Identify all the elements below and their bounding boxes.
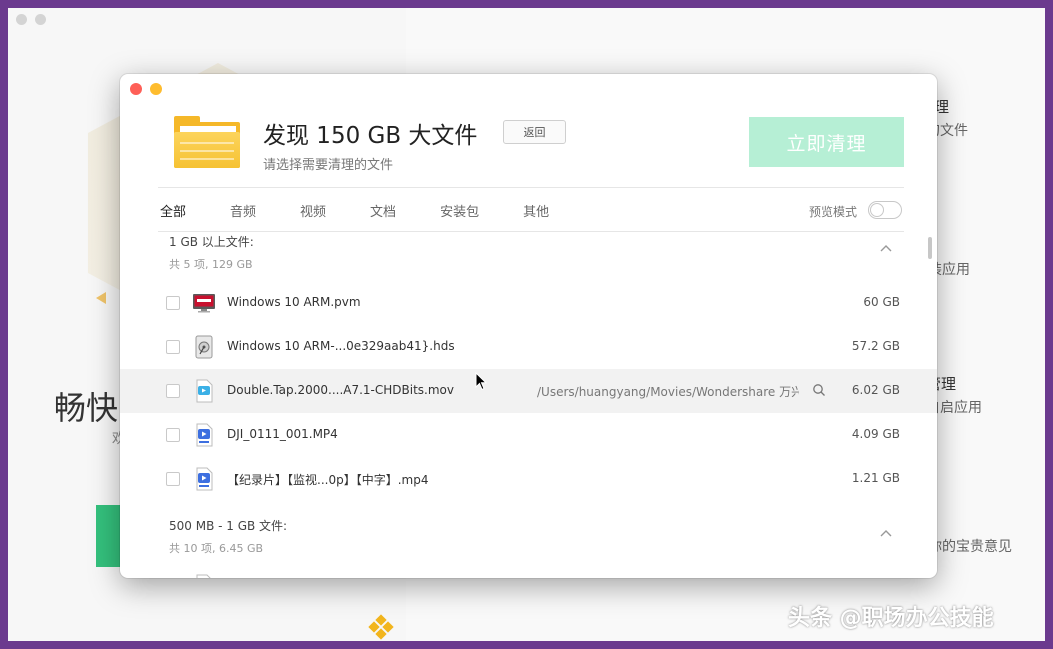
background-arrow-icon — [96, 292, 106, 304]
list-item[interactable]: Double.Tap.2000....A7.1-CHDBits.mov /Use… — [120, 369, 937, 413]
background-title: 畅快 — [54, 389, 119, 427]
clean-now-button[interactable]: 立即清理 — [749, 117, 904, 167]
file-checkbox[interactable] — [166, 428, 180, 442]
group-header: 500 MB - 1 GB 文件: 共 10 项, 6.45 GB — [169, 517, 287, 556]
file-size: 6.02 GB — [851, 383, 900, 397]
list-item[interactable]: 【纪录片】【监视...0p】【中字】.mp4 1.21 GB — [120, 457, 937, 501]
tab-all[interactable]: 全部 — [160, 201, 186, 220]
header-divider — [158, 187, 904, 188]
window-controls — [130, 83, 162, 95]
group-count: 共 5 项, 129 GB — [169, 258, 253, 271]
preview-mode-label: 预览模式 — [809, 205, 858, 219]
tab-installers[interactable]: 安装包 — [440, 201, 479, 220]
file-name: DJI_0111_001.MP4 — [227, 427, 338, 441]
group-count: 共 10 项, 6.45 GB — [169, 542, 264, 555]
file-checkbox[interactable] — [166, 384, 180, 398]
file-checkbox[interactable] — [166, 472, 180, 486]
minimize-window-button[interactable] — [150, 83, 162, 95]
file-name: Windows 10 ARM-...0e329aab41}.hds — [227, 339, 455, 353]
file-name: 【纪录片】【监视...0p】【中字】.mp4 — [227, 473, 429, 487]
file-size: 1.21 GB — [851, 471, 900, 485]
parallels-vm-icon — [193, 294, 215, 313]
background-window-controls — [16, 14, 46, 25]
group-header: 1 GB 以上文件: 共 5 项, 129 GB — [169, 233, 254, 272]
search-icon[interactable] — [812, 383, 826, 397]
list-item[interactable]: Windows 10 ARM-...0e329aab41}.hds 57.2 G… — [120, 325, 937, 369]
video-file-icon — [196, 467, 213, 491]
back-button[interactable]: 返回 — [503, 120, 566, 144]
file-path: /Users/huangyang/Movies/Wondershare 万兴 — [537, 385, 799, 399]
tab-video[interactable]: 视频 — [300, 201, 326, 220]
chevron-up-icon[interactable] — [879, 242, 893, 256]
category-tabs: 全部 音频 视频 文档 安装包 其他 — [160, 201, 593, 220]
page-title: 发现 150 GB 大文件 — [263, 123, 478, 149]
file-size: 57.2 GB — [851, 339, 900, 353]
page-subtitle: 请选择需要清理的文件 — [263, 158, 394, 173]
file-checkbox[interactable] — [166, 340, 180, 354]
close-window-button[interactable] — [130, 83, 142, 95]
scrollbar-thumb[interactable] — [928, 237, 932, 259]
tab-other[interactable]: 其他 — [523, 201, 549, 220]
chevron-up-icon[interactable] — [879, 527, 893, 541]
file-name: Double.Tap.2000....A7.1-CHDBits.mov — [227, 383, 454, 397]
file-name: Windows 10 ARM.pvm — [227, 295, 361, 309]
disk-image-icon — [195, 335, 213, 359]
tab-documents[interactable]: 文档 — [370, 201, 396, 220]
group-title: 1 GB 以上文件: — [169, 235, 254, 249]
list-item[interactable]: Windows 10 ARM.pvm 60 GB — [120, 281, 937, 325]
tabs-divider — [158, 231, 904, 232]
diamond-logo-icon — [368, 614, 394, 640]
mouse-cursor-icon — [475, 372, 488, 391]
group-title: 500 MB - 1 GB 文件: — [169, 519, 288, 533]
file-checkbox[interactable] — [166, 296, 180, 310]
file-size: 60 GB — [863, 295, 900, 309]
background-right-text: 你的宝贵意见 — [928, 539, 1012, 555]
video-file-icon — [196, 423, 213, 447]
list-item[interactable]: DJI_0111_001.MP4 4.09 GB — [120, 413, 937, 457]
watermark: 头条 @职场办公技能 — [788, 606, 994, 631]
file-size: 4.09 GB — [851, 427, 900, 441]
folder-icon — [172, 114, 242, 170]
large-files-dialog: 发现 150 GB 大文件 请选择需要清理的文件 返回 立即清理 全部 音频 视… — [120, 74, 937, 578]
video-file-icon — [196, 379, 213, 403]
tab-audio[interactable]: 音频 — [230, 201, 256, 220]
video-file-icon — [196, 574, 211, 578]
preview-mode-toggle[interactable] — [868, 201, 902, 219]
